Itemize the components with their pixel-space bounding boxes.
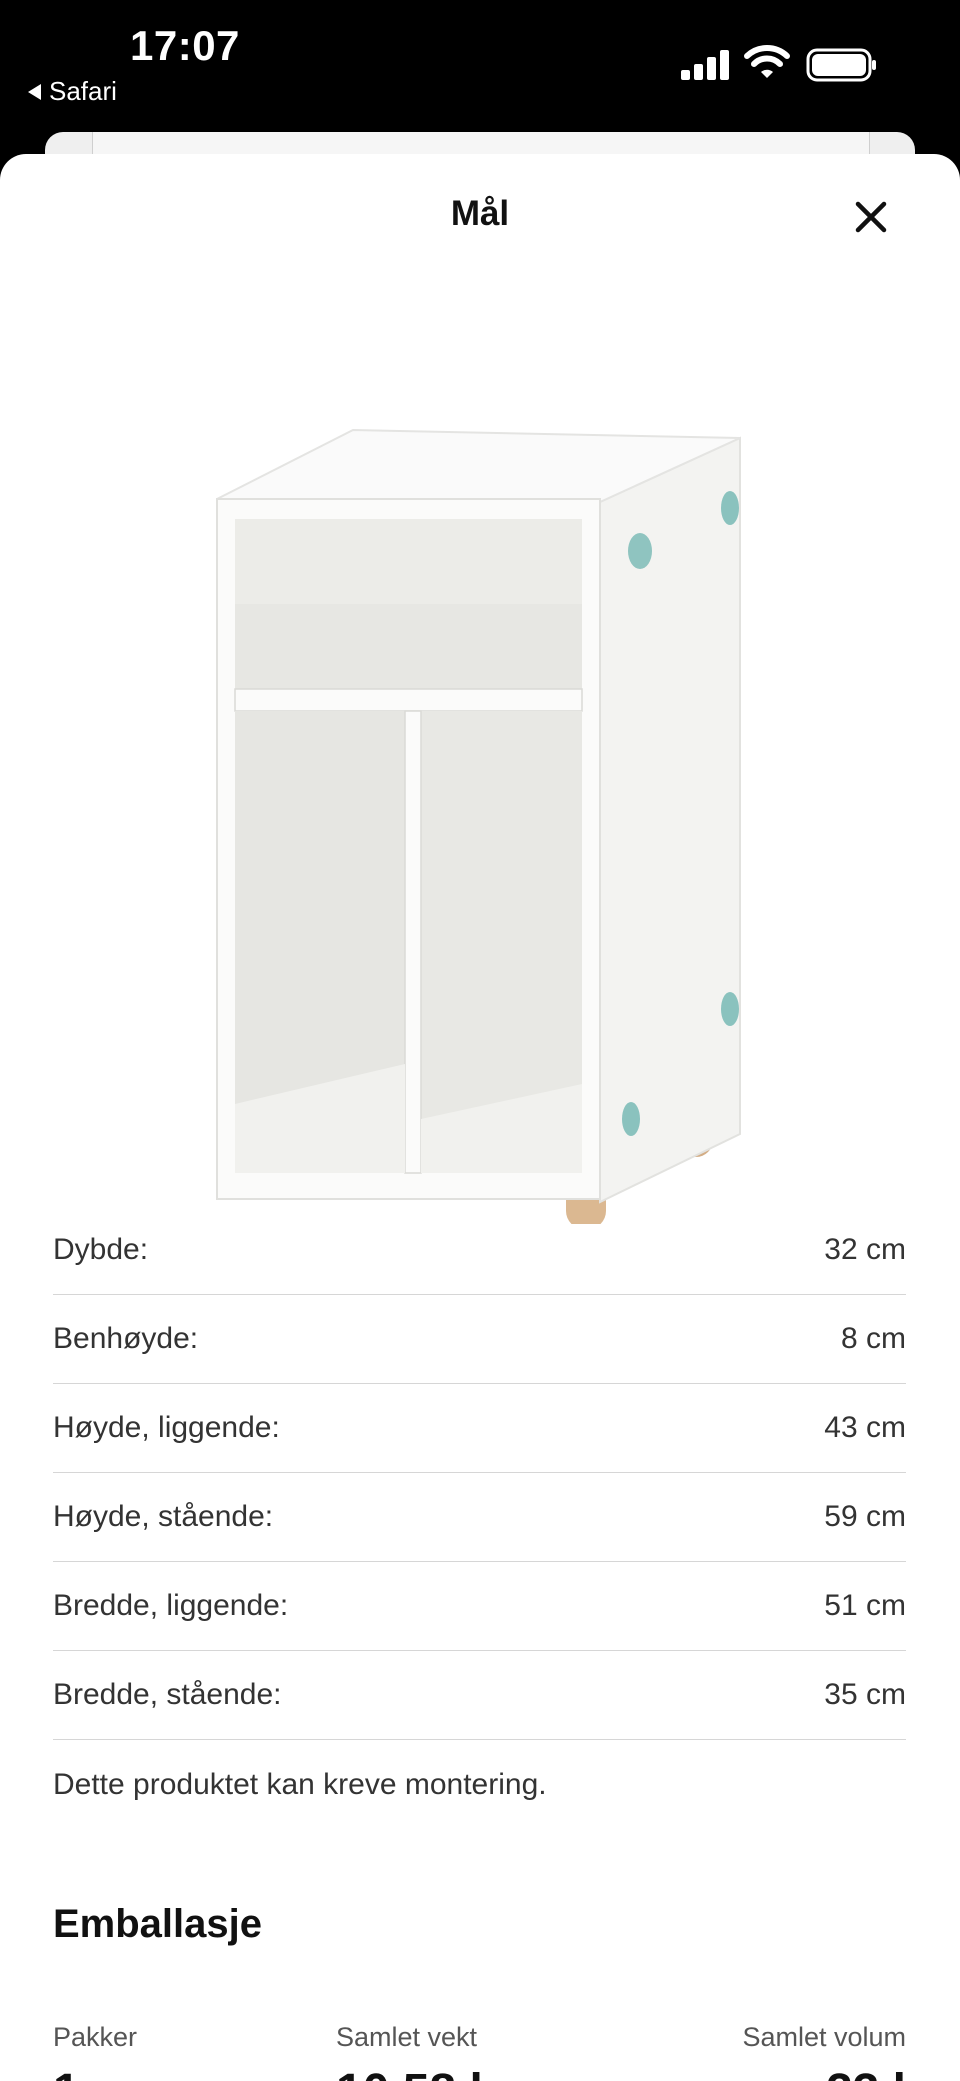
dimension-value: 59 cm: [824, 1500, 906, 1533]
status-time: 17:07: [130, 22, 240, 69]
dimension-row: Høyde, liggende: 43 cm: [53, 1384, 906, 1473]
dimensions-sheet: Mål Dybde: 32 cm Benhøyde: 8 cm Høyde, l…: [0, 154, 960, 2081]
sheet-title: Mål: [450, 194, 510, 233]
packaging-heading: Emballasje: [53, 1902, 263, 1946]
total-volume-label: Samlet volum: [742, 2022, 906, 2052]
dimension-row: Bredde, liggende: 51 cm: [53, 1562, 906, 1651]
dimension-row: Dybde: 32 cm: [53, 1206, 906, 1295]
assembly-note: Dette produktet kan kreve montering.: [53, 1768, 547, 1801]
product-image: [216, 428, 741, 1224]
dimensions-list: Dybde: 32 cm Benhøyde: 8 cm Høyde, ligge…: [53, 1206, 906, 1740]
total-weight-value: 10,58 kg: [336, 2064, 525, 2081]
dimension-label: Bredde, liggende:: [53, 1589, 289, 1622]
dimension-label: Dybde:: [53, 1233, 149, 1266]
dimension-label: Bredde, stående:: [53, 1678, 282, 1711]
dimension-value: 8 cm: [840, 1322, 906, 1355]
back-to-safari-button[interactable]: Safari: [28, 76, 117, 107]
dimension-value: 43 cm: [824, 1411, 906, 1444]
dimension-value: 51 cm: [824, 1589, 906, 1622]
back-app-label: Safari: [49, 76, 117, 106]
dimension-row: Høyde, stående: 59 cm: [53, 1473, 906, 1562]
packages-value: 1: [53, 2064, 80, 2081]
dimension-row: Benhøyde: 8 cm: [53, 1295, 906, 1384]
dimension-label: Høyde, liggende:: [53, 1411, 280, 1444]
dimension-value: 35 cm: [824, 1678, 906, 1711]
total-weight-label: Samlet vekt: [336, 2022, 478, 2052]
dimension-row: Bredde, stående: 35 cm: [53, 1651, 906, 1740]
wifi-icon: [744, 45, 790, 78]
close-icon[interactable]: [846, 192, 896, 242]
status-bar: 17:07 Safari: [0, 0, 960, 150]
packages-label: Pakker: [53, 2022, 138, 2052]
cellular-signal-icon: [681, 50, 729, 80]
back-arrow-icon: [28, 83, 41, 100]
dimension-label: Benhøyde:: [53, 1322, 199, 1355]
battery-icon: [806, 48, 876, 82]
dimension-label: Høyde, stående:: [53, 1500, 274, 1533]
dimension-value: 32 cm: [824, 1233, 906, 1266]
total-volume-value: 23 l: [826, 2064, 906, 2081]
